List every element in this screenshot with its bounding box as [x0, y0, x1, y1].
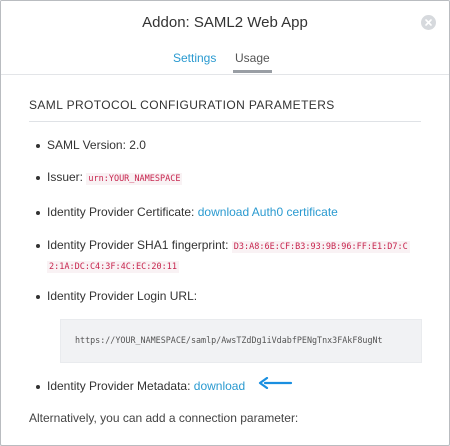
modal-header: Addon: SAML2 Web App Settings Usage [1, 1, 449, 75]
list-item-metadata: Identity Provider Metadata: download [36, 377, 421, 395]
modal-title: Addon: SAML2 Web App [142, 14, 308, 31]
tab-settings[interactable]: Settings [173, 51, 216, 73]
certificate-label: Identity Provider Certificate: [47, 205, 195, 219]
alternative-text: Alternatively, you can add a connection … [29, 411, 299, 425]
download-certificate-link[interactable]: download Auth0 certificate [198, 205, 338, 219]
tab-bar: Settings Usage [1, 51, 449, 75]
section-divider [29, 121, 421, 122]
metadata-label: Identity Provider Metadata: [47, 379, 191, 393]
download-metadata-link[interactable]: download [194, 379, 245, 393]
saml-version-label: SAML Version: [47, 138, 126, 152]
list-item-issuer: Issuer: urn:YOUR_NAMESPACE [36, 168, 421, 188]
list-item-saml-version: SAML Version: 2.0 [36, 136, 421, 154]
addon-modal: Addon: SAML2 Web App Settings Usage SAML… [0, 0, 450, 446]
fingerprint-value-line2: 2:1A:DC:C4:3F:4C:EC:20:11 [47, 261, 179, 273]
login-url-codeblock: https://YOUR_NAMESPACE/samlp/AwsTZdDg1iV… [60, 319, 422, 363]
arrow-left-icon [257, 376, 293, 394]
login-url-value: https://YOUR_NAMESPACE/samlp/AwsTZdDg1iV… [75, 335, 383, 345]
tab-usage[interactable]: Usage [233, 51, 272, 73]
section-title: SAML PROTOCOL CONFIGURATION PARAMETERS [29, 98, 335, 112]
list-item-fingerprint: Identity Provider SHA1 fingerprint: D3:A… [36, 236, 421, 276]
fingerprint-label: Identity Provider SHA1 fingerprint: [47, 238, 229, 252]
issuer-label: Issuer: [47, 170, 84, 184]
issuer-value: urn:YOUR_NAMESPACE [86, 173, 183, 185]
close-icon[interactable] [421, 15, 436, 30]
list-item-login-url: Identity Provider Login URL: [36, 287, 421, 305]
saml-version-value: 2.0 [129, 138, 146, 152]
list-item-certificate: Identity Provider Certificate: download … [36, 203, 421, 221]
login-url-label: Identity Provider Login URL: [47, 289, 198, 303]
fingerprint-value-line1: D3:A8:6E:CF:B3:93:9B:96:FF:E1:D7:C [231, 241, 410, 253]
